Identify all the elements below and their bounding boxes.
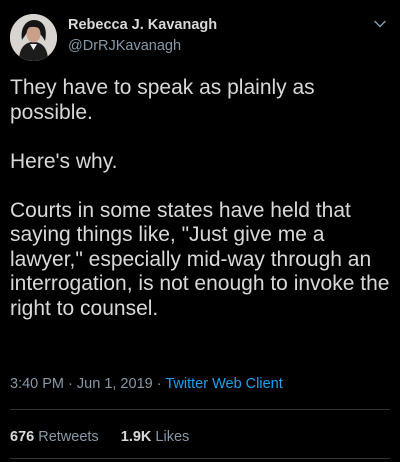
divider: [10, 458, 390, 459]
chevron-down-icon[interactable]: [373, 17, 387, 31]
tweet-card: Rebecca J. Kavanagh @DrRJKavanagh They h…: [0, 0, 400, 462]
tweet-paragraph: Here's why.: [10, 149, 118, 173]
likes-label: Likes: [155, 429, 190, 445]
likes-count: 1.9K: [120, 429, 152, 445]
tweet-client-link[interactable]: Twitter Web Client: [165, 376, 282, 392]
tweet-date[interactable]: Jun 1, 2019: [77, 376, 153, 392]
retweets-count: 676: [10, 429, 35, 445]
meta-separator: ·: [68, 376, 73, 392]
author-name[interactable]: Rebecca J. Kavanagh: [68, 17, 217, 33]
tweet-stats: 676 Retweets 1.9K Likes: [10, 429, 189, 445]
tweet-text: They have to speak as plainly as possibl…: [10, 76, 392, 346]
meta-separator: ·: [156, 376, 162, 392]
likes-stat[interactable]: 1.9K Likes: [121, 429, 190, 445]
tweet-time[interactable]: 3:40 PM: [10, 376, 64, 392]
divider: [10, 409, 390, 410]
retweets-label: Retweets: [38, 429, 99, 445]
avatar[interactable]: [10, 14, 57, 61]
tweet-paragraph: They have to speak as plainly as possibl…: [10, 76, 315, 124]
tweet-meta: 3:40 PM · Jun 1, 2019 · Twitter Web Clie…: [10, 376, 283, 392]
tweet-paragraph: Courts in some states have held that say…: [10, 198, 390, 320]
retweets-stat[interactable]: 676 Retweets: [10, 429, 103, 445]
author-handle[interactable]: @DrRJKavanagh: [68, 38, 181, 54]
